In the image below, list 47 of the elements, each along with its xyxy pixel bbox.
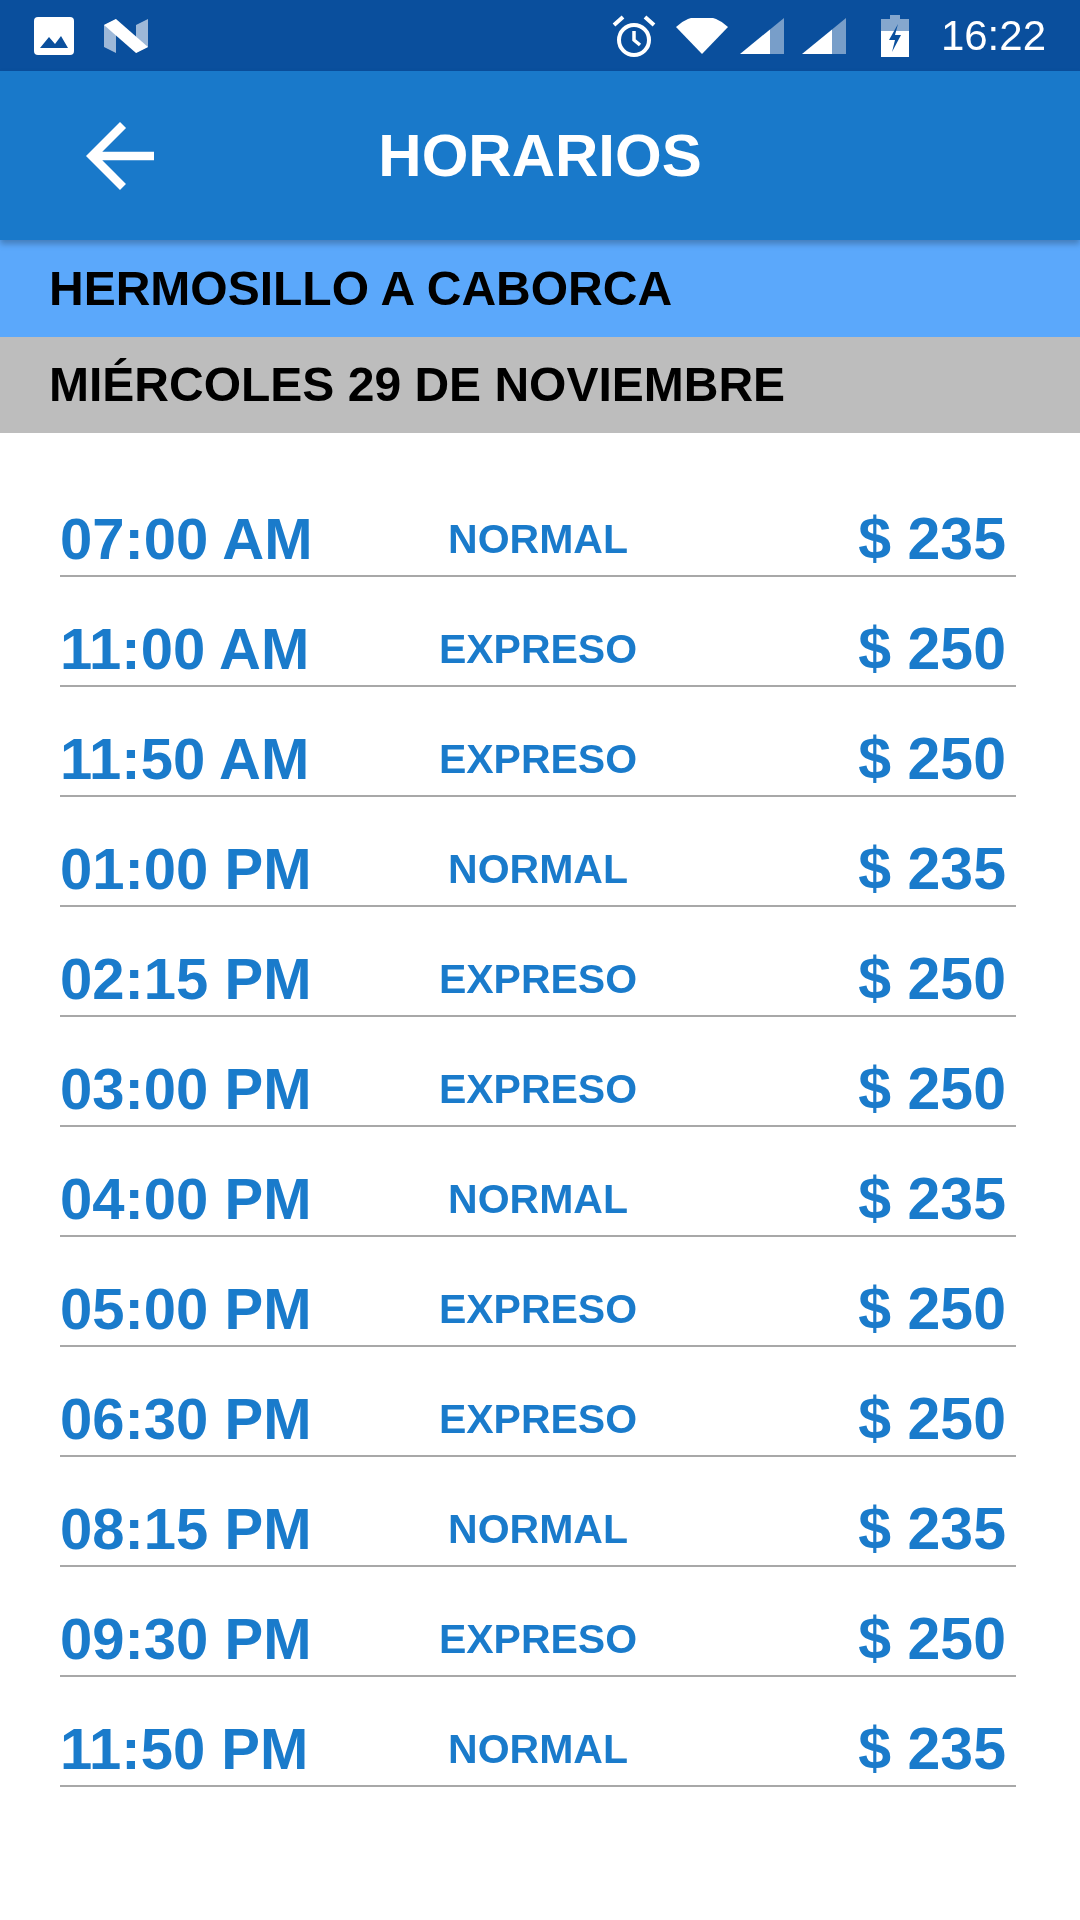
departure-time: 11:50 PM (60, 1720, 309, 1778)
departure-time: 07:00 AM (60, 510, 313, 568)
departure-time: 05:00 PM (60, 1280, 312, 1338)
service-type: EXPRESO (438, 1398, 638, 1440)
service-type: NORMAL (448, 1178, 628, 1220)
service-type: EXPRESO (438, 958, 638, 1000)
service-type: NORMAL (448, 1508, 628, 1550)
status-time: 16:22 (940, 14, 1046, 57)
ticket-price: $ 250 (858, 1059, 1006, 1119)
departure-time: 08:15 PM (60, 1500, 312, 1558)
service-type: EXPRESO (438, 628, 638, 670)
service-type: NORMAL (448, 1728, 628, 1770)
service-type: NORMAL (448, 848, 628, 890)
ticket-price: $ 235 (858, 509, 1006, 569)
departure-time: 11:00 AM (60, 620, 310, 678)
image-icon (34, 16, 74, 55)
departure-time: 06:30 PM (60, 1390, 312, 1448)
departure-time: 03:00 PM (60, 1060, 312, 1118)
departure-time: 09:30 PM (60, 1610, 312, 1668)
ticket-price: $ 250 (858, 1609, 1006, 1669)
battery-charging-icon (880, 14, 909, 57)
service-type: NORMAL (448, 518, 628, 560)
wifi-icon (675, 17, 728, 54)
back-arrow-icon (86, 121, 154, 190)
departure-time: 02:15 PM (60, 950, 312, 1008)
n-logo-icon (104, 18, 148, 53)
ticket-price: $ 250 (858, 949, 1006, 1009)
signal-icon (739, 17, 784, 54)
ticket-price: $ 235 (858, 1499, 1006, 1559)
ticket-price: $ 250 (858, 619, 1006, 679)
service-type: EXPRESO (438, 1068, 638, 1110)
service-type: EXPRESO (438, 738, 638, 780)
ticket-price: $ 250 (858, 729, 1006, 789)
alarm-clock-icon (610, 13, 657, 58)
departure-time: 11:50 AM (60, 730, 310, 788)
screen-title: HORARIOS (378, 125, 702, 186)
ticket-price: $ 250 (858, 1389, 1006, 1449)
signal-icon (801, 17, 846, 54)
departure-time: 04:00 PM (60, 1170, 312, 1228)
ticket-price: $ 235 (858, 839, 1006, 899)
service-type: EXPRESO (438, 1288, 638, 1330)
service-type: EXPRESO (438, 1618, 638, 1660)
ticket-price: $ 250 (858, 1279, 1006, 1339)
ticket-price: $ 235 (858, 1169, 1006, 1229)
route-title: HERMOSILLO A CABORCA (49, 264, 673, 313)
departure-time: 01:00 PM (60, 840, 312, 898)
ticket-price: $ 235 (858, 1719, 1006, 1779)
